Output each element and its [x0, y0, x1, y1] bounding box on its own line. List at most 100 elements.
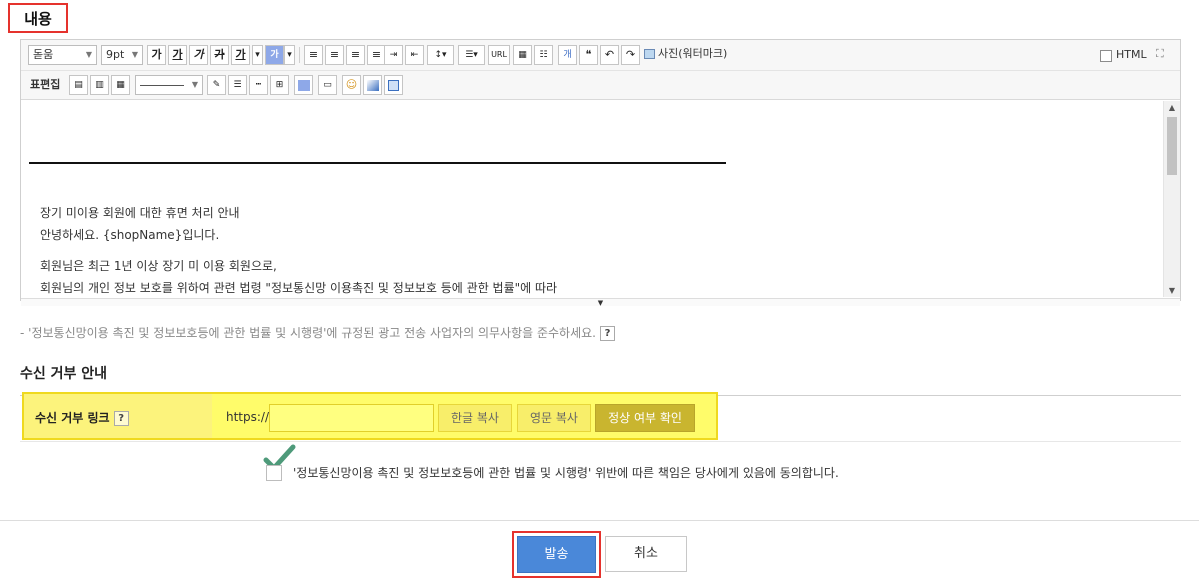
reject-section-title: 수신 거부 안내 — [20, 366, 108, 382]
html-mode-checkbox[interactable] — [1100, 50, 1112, 62]
indent-icon: ⇥ — [389, 50, 398, 60]
template-button[interactable] — [384, 75, 403, 95]
divider — [20, 441, 1181, 442]
content-line: 회원님의 개인 정보 보호를 위하여 관련 법령 "정보통신망 이용촉진 및 정… — [40, 281, 558, 295]
align-right-icon: ≡ — [350, 48, 361, 61]
content-line: 장기 미이용 회원에 대한 휴면 처리 안내 — [40, 206, 240, 220]
gradient-button[interactable] — [363, 75, 382, 95]
border-width-button[interactable]: ☰ — [228, 75, 247, 95]
line-height-button[interactable]: ↕▾ — [427, 45, 454, 65]
chevron-down-icon: ▼ — [597, 299, 604, 307]
editor-scrollbar[interactable]: ▲ ▼ — [1163, 101, 1180, 297]
table-col-icon: ▥ — [95, 80, 104, 90]
cell-border-icon: ⊞ — [275, 80, 284, 90]
toolbar-row-1: 돋움 ▼ 9pt ▼ 가 가 가 가 가 ▾ 가 ▾ ≡ ≡ ≡ ≡ ⇥ ⇤ ↕▾ … — [21, 40, 1180, 71]
agree-checkbox[interactable] — [266, 465, 282, 481]
border-color-button[interactable]: ✎ — [207, 75, 226, 95]
bg-color-button[interactable]: 가 — [265, 45, 284, 65]
table-col-insert-button[interactable]: ▥ — [90, 75, 109, 95]
table-icon: ▦ — [518, 50, 527, 60]
verify-link-button[interactable]: 정상 여부 확인 — [595, 404, 695, 432]
align-justify-icon: ≡ — [371, 48, 382, 61]
cell-bg-button[interactable] — [294, 75, 313, 95]
chevron-down-icon: ▼ — [85, 50, 92, 59]
bg-color-dropdown[interactable]: ▾ — [284, 45, 295, 65]
align-left-button[interactable]: ≡ — [304, 45, 323, 65]
cancel-button[interactable]: 취소 — [605, 536, 687, 572]
font-family-select[interactable]: 돋움 ▼ — [28, 45, 97, 65]
url-prefix: https:// — [226, 410, 270, 424]
line-style-icon — [140, 84, 184, 86]
quote-button[interactable]: ❝ — [579, 45, 598, 65]
align-left-icon: ≡ — [308, 48, 319, 61]
redo-button[interactable]: ↷ — [621, 45, 640, 65]
indent-button[interactable]: ⇥ — [384, 45, 403, 65]
align-right-button[interactable]: ≡ — [346, 45, 365, 65]
align-center-button[interactable]: ≡ — [325, 45, 344, 65]
reject-link-label-cell: 수신 거부 링크? — [24, 394, 212, 438]
url-button[interactable]: URL — [488, 45, 510, 65]
toolbar-divider — [299, 47, 300, 63]
editor-resize-handle[interactable]: ▼ — [21, 298, 1180, 307]
cell-merge-button[interactable]: ▭ — [318, 75, 337, 95]
legal-notice: - '정보통신망이용 촉진 및 정보보호등에 관한 법률 및 시행령'에 규정된… — [20, 324, 615, 341]
align-center-icon: ≡ — [329, 48, 340, 61]
help-icon[interactable]: ? — [600, 326, 615, 341]
table-button[interactable]: ▦ — [513, 45, 532, 65]
strike-button[interactable]: 가 — [210, 45, 229, 65]
font-color-dropdown[interactable]: ▾ — [252, 45, 263, 65]
scroll-down-icon[interactable]: ▼ — [1164, 286, 1180, 295]
redo-icon: ↷ — [625, 48, 636, 61]
chevron-down-icon: ▾ — [255, 50, 260, 60]
toolbar-row-2: 표편집 ▤ ▥ ▦ ▼ ✎ ☰ ┅ ⊞ ▭ ☺ — [21, 71, 1180, 100]
special-char-button[interactable]: 개 — [558, 45, 577, 65]
chevron-down-icon: ▾ — [287, 50, 292, 60]
help-icon[interactable]: ? — [113, 411, 129, 426]
reject-link-label: 수신 거부 링크? — [35, 409, 129, 426]
horizontal-rule-icon: ☷ — [539, 50, 548, 60]
cell-border-button[interactable]: ⊞ — [270, 75, 289, 95]
send-highlight: 발송 — [512, 531, 601, 578]
gradient-icon — [366, 79, 379, 91]
chevron-down-icon: ▼ — [131, 50, 138, 59]
special-char-icon: 개 — [563, 50, 572, 60]
template-icon — [388, 79, 399, 91]
undo-button[interactable]: ↶ — [600, 45, 619, 65]
reject-link-row: 수신 거부 링크? https:// 한글 복사 영문 복사 정상 여부 확인 — [22, 392, 718, 440]
table-delete-button[interactable]: ▦ — [111, 75, 130, 95]
line-height-icon: ↕▾ — [434, 50, 447, 60]
fill-color-icon — [297, 79, 310, 91]
table-edit-label: 표편집 — [30, 78, 61, 91]
outdent-button[interactable]: ⇤ — [405, 45, 424, 65]
copy-korean-button[interactable]: 한글 복사 — [438, 404, 512, 432]
page: 내용 돋움 ▼ 9pt ▼ 가 가 가 가 가 ▾ 가 ▾ ≡ ≡ ≡ ≡ ⇥ ⇤ … — [0, 0, 1199, 586]
hr-button[interactable]: ☷ — [534, 45, 553, 65]
outdent-icon: ⇤ — [410, 50, 419, 60]
send-button[interactable]: 발송 — [517, 536, 596, 573]
photo-watermark-button[interactable]: 사진(워터마크) — [644, 45, 727, 63]
content-line: 안녕하세요. {shopName}입니다. — [40, 228, 220, 242]
content-line: 회원님은 최근 1년 이상 장기 미 이용 회원으로, — [40, 259, 277, 273]
font-color-button[interactable]: 가 — [231, 45, 250, 65]
list-button[interactable]: ☰▾ — [458, 45, 485, 65]
underline-button[interactable]: 가 — [168, 45, 187, 65]
border-style-select[interactable]: ▼ — [135, 75, 203, 95]
border-dash-button[interactable]: ┅ — [249, 75, 268, 95]
italic-button[interactable]: 가 — [189, 45, 208, 65]
scroll-thumb[interactable] — [1167, 117, 1177, 175]
cell-merge-icon: ▭ — [323, 80, 332, 90]
copy-english-button[interactable]: 영문 복사 — [517, 404, 591, 432]
scroll-up-icon[interactable]: ▲ — [1164, 103, 1180, 112]
quote-icon: ❝ — [585, 48, 592, 61]
reject-url-input[interactable] — [269, 404, 434, 432]
font-size-select[interactable]: 9pt ▼ — [101, 45, 143, 65]
bold-button[interactable]: 가 — [147, 45, 166, 65]
dashed-line-icon: ┅ — [255, 80, 262, 90]
editor-content-area[interactable]: 장기 미이용 회원에 대한 휴면 처리 안내 안녕하세요. {shopName}… — [21, 101, 1163, 299]
emoticon-button[interactable]: ☺ — [342, 75, 361, 95]
fullscreen-button[interactable]: ⛶ — [1156, 45, 1164, 63]
html-mode-label: HTML — [1116, 48, 1147, 61]
table-row-insert-button[interactable]: ▤ — [69, 75, 88, 95]
undo-icon: ↶ — [604, 48, 615, 61]
table-delete-icon: ▦ — [116, 80, 125, 90]
